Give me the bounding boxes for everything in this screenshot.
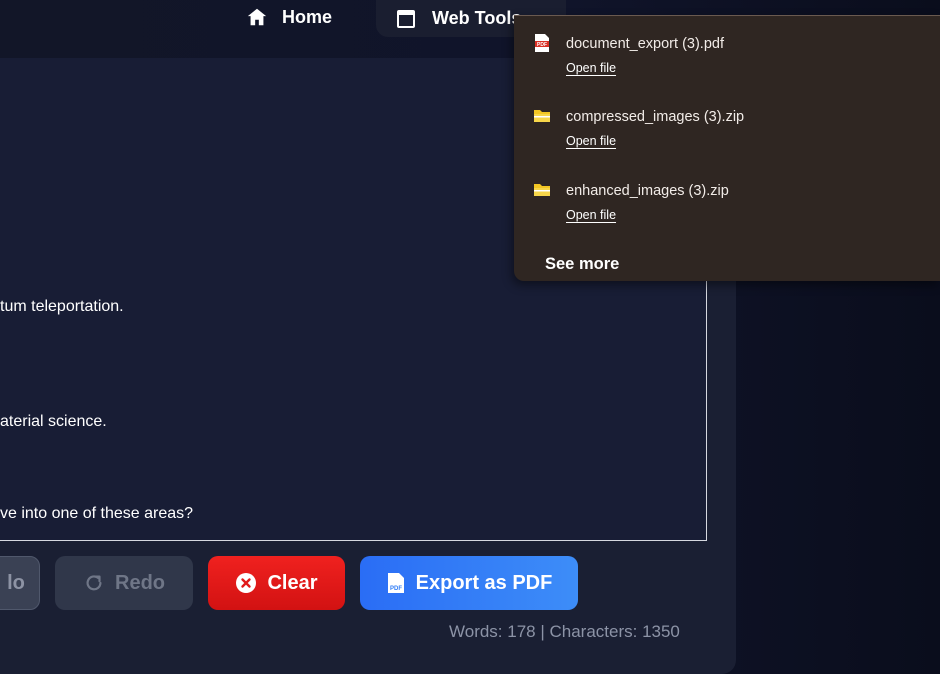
undo-label: lo xyxy=(7,571,25,594)
editor-line: ve into one of these areas? xyxy=(0,505,194,522)
download-item[interactable]: PDF document_export (3).pdf Open file xyxy=(514,16,940,76)
pdf-file-icon: PDF xyxy=(387,573,404,593)
clear-button[interactable]: Clear xyxy=(208,556,345,610)
download-item[interactable]: enhanced_images (3).zip Open file xyxy=(514,163,940,223)
pdf-file-icon: PDF xyxy=(535,34,549,52)
home-icon xyxy=(247,8,267,26)
open-file-link[interactable]: Open file xyxy=(566,61,616,75)
download-filename: enhanced_images (3).zip xyxy=(566,183,729,199)
clear-icon xyxy=(236,573,257,593)
nav-web-tools-label: Web Tools xyxy=(432,8,522,28)
undo-button[interactable]: lo xyxy=(0,556,40,610)
clear-label: Clear xyxy=(267,571,318,594)
redo-label: Redo xyxy=(115,571,165,594)
window-icon xyxy=(397,9,415,28)
folder-icon xyxy=(534,184,550,196)
redo-icon xyxy=(86,575,102,591)
nav-home-label: Home xyxy=(282,6,333,27)
download-filename: compressed_images (3).zip xyxy=(566,109,745,125)
open-file-link[interactable]: Open file xyxy=(566,134,616,148)
app-page: Home Web Tools tum teleportation. ateria… xyxy=(0,0,940,674)
editor-line: tum teleportation. xyxy=(0,298,124,315)
downloads-panel: PDF document_export (3).pdf Open file co… xyxy=(514,15,940,281)
word-character-count: Words: 178 | Characters: 1350 xyxy=(449,622,680,641)
export-label: Export as PDF xyxy=(415,571,553,594)
svg-text:PDF: PDF xyxy=(537,42,547,48)
export-pdf-button[interactable]: PDF Export as PDF xyxy=(360,556,578,610)
folder-icon xyxy=(534,110,550,122)
open-file-link[interactable]: Open file xyxy=(566,208,616,222)
nav-home-link[interactable]: Home xyxy=(232,0,376,34)
editor-line: aterial science. xyxy=(0,413,107,430)
download-item[interactable]: compressed_images (3).zip Open file xyxy=(514,89,940,149)
download-filename: document_export (3).pdf xyxy=(566,36,724,52)
svg-text:PDF: PDF xyxy=(390,586,402,592)
see-more-link[interactable]: See more xyxy=(545,255,619,274)
redo-button[interactable]: Redo xyxy=(55,556,193,610)
